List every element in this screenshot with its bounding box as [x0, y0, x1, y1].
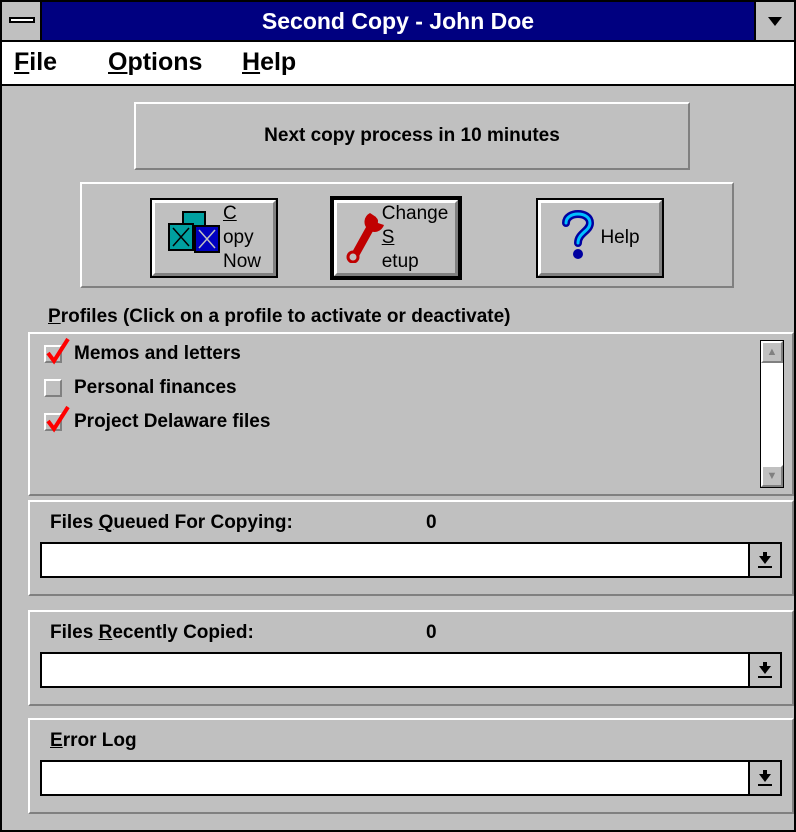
minimize-button[interactable] [754, 2, 794, 40]
checkmark-icon [46, 337, 70, 365]
queued-panel: Files Queued For Copying: 0 [28, 500, 794, 596]
recent-panel: Files Recently Copied: 0 [28, 610, 794, 706]
recent-count: 0 [426, 622, 437, 643]
minimize-arrow-icon [768, 16, 782, 26]
window-title: Second Copy - John Doe [261, 8, 535, 34]
menu-options[interactable]: Options [108, 48, 202, 77]
menu-options-label: ptions [127, 48, 203, 76]
queued-label: Files Queued For Copying: [50, 512, 293, 533]
copy-now-button[interactable]: Copy Now [150, 198, 278, 278]
menu-bar: File Options Help [2, 42, 794, 86]
copy-folders-icon [167, 210, 221, 266]
menu-help[interactable]: Help [242, 48, 296, 77]
error-log-dropdown[interactable] [40, 760, 782, 796]
help-button[interactable]: Help [536, 198, 664, 278]
title-bar[interactable]: Second Copy - John Doe [2, 2, 794, 42]
error-log-dropdown-button[interactable] [748, 762, 780, 794]
change-setup-button[interactable]: Change Setup [330, 196, 462, 280]
arrow-down-icon: ▼ [766, 470, 778, 482]
status-panel: Next copy process in 10 minutes [134, 102, 690, 170]
error-log-panel: Error Log [28, 718, 794, 814]
profiles-label: Profiles (Click on a profile to activate… [48, 306, 511, 327]
menu-help-mnemonic: H [242, 48, 261, 76]
client-area: Next copy process in 10 minutes Copy Now… [2, 86, 794, 830]
error-log-label: Error Log [50, 730, 137, 751]
dropdown-arrow-icon [758, 662, 772, 678]
profile-name: Personal finances [74, 377, 237, 398]
queued-count: 0 [426, 512, 437, 533]
queued-dropdown-button[interactable] [748, 544, 780, 576]
profile-item[interactable]: Personal finances [44, 374, 237, 402]
menu-options-mnemonic: O [108, 48, 128, 76]
dropdown-arrow-icon [758, 770, 772, 786]
profile-name: Project Delaware files [74, 411, 271, 432]
next-copy-status: Next copy process in 10 minutes [264, 125, 560, 146]
queued-files-dropdown[interactable] [40, 542, 782, 578]
recent-files-dropdown[interactable] [40, 652, 782, 688]
app-window: Second Copy - John Doe File Options Help… [0, 0, 796, 832]
recent-dropdown-button[interactable] [748, 654, 780, 686]
menu-file-mnemonic: F [14, 48, 30, 76]
menu-help-label: elp [260, 48, 297, 76]
profile-checkbox-unchecked[interactable] [44, 379, 62, 397]
toolbar-panel: Copy Now Change Setup Help [80, 182, 734, 288]
menu-file-label: ile [29, 48, 58, 76]
scroll-up-button[interactable]: ▲ [761, 341, 783, 363]
copy-now-label: Copy Now [222, 203, 261, 272]
recent-label: Files Recently Copied: [50, 622, 254, 643]
change-setup-label: Change Setup [381, 203, 449, 272]
system-menu-icon [9, 17, 35, 23]
checkmark-icon [46, 405, 70, 433]
dropdown-arrow-icon [758, 552, 772, 568]
help-button-label: Help [600, 227, 640, 248]
arrow-up-icon: ▲ [766, 346, 778, 358]
profile-item[interactable]: Project Delaware files [44, 405, 271, 436]
profile-checkbox-checked[interactable] [44, 405, 70, 433]
question-mark-icon [560, 209, 595, 267]
profile-item[interactable]: Memos and letters [44, 337, 241, 368]
system-menu-button[interactable] [2, 2, 42, 40]
scroll-down-button[interactable]: ▼ [761, 465, 783, 487]
profile-checkbox-checked[interactable] [44, 337, 70, 365]
profiles-list[interactable]: Memos and letters Personal finances Proj… [28, 332, 794, 496]
profile-name: Memos and letters [74, 343, 241, 364]
profiles-scrollbar[interactable]: ▲ ▼ [760, 340, 784, 488]
menu-file[interactable]: File [14, 48, 57, 77]
